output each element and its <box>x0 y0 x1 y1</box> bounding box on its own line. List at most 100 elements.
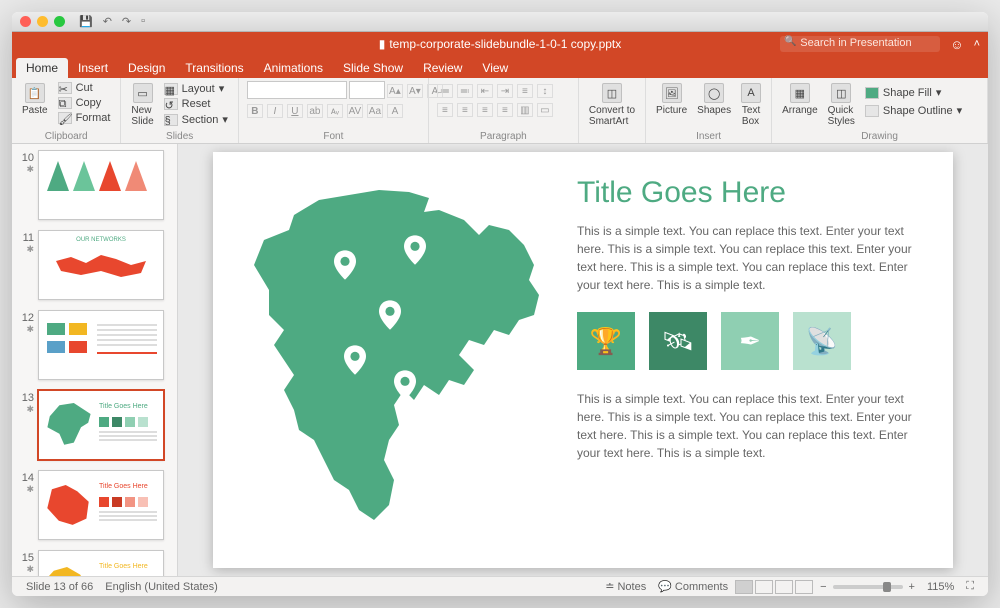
reset-button[interactable]: ↺Reset <box>162 97 230 111</box>
minimize-icon[interactable] <box>37 16 48 27</box>
map-pin-icon[interactable] <box>404 235 426 265</box>
tab-transitions[interactable]: Transitions <box>175 58 253 78</box>
tab-design[interactable]: Design <box>118 58 175 78</box>
north-america-map[interactable] <box>239 170 559 550</box>
qat-item[interactable]: ▫ <box>141 15 145 28</box>
shape-fill-button[interactable]: Shape Fill▾ <box>863 85 964 100</box>
spacing-button[interactable]: AV <box>347 104 363 118</box>
new-slide-button[interactable]: ▭New Slide <box>129 81 155 129</box>
justify-button[interactable]: ≡ <box>497 103 513 117</box>
slide-map-area[interactable] <box>239 170 559 550</box>
thumb-number: 13✱ <box>16 390 34 460</box>
quick-styles-button[interactable]: ◫Quick Styles <box>826 81 857 129</box>
textbox-button[interactable]: AText Box <box>739 81 763 129</box>
columns-button[interactable]: ▥ <box>517 103 533 117</box>
bold-button[interactable]: B <box>247 104 263 118</box>
fit-window-button[interactable]: ⛶ <box>960 580 980 593</box>
slide-title[interactable]: Title Goes Here <box>577 176 927 210</box>
section-button[interactable]: §Section▾ <box>162 112 230 127</box>
undo-icon[interactable]: ↶ <box>103 15 112 28</box>
change-case-button[interactable]: Aa <box>367 104 383 118</box>
tab-home[interactable]: Home <box>16 58 68 78</box>
slide-thumbnail-15[interactable]: Title Goes Here <box>38 550 164 576</box>
chevron-down-icon: ▾ <box>936 86 942 99</box>
map-pin-icon[interactable] <box>334 250 356 280</box>
map-pin-icon[interactable] <box>344 345 366 375</box>
slide-thumbnail-14[interactable]: Title Goes Here <box>38 470 164 540</box>
text-direction-button[interactable]: ↕ <box>537 84 553 98</box>
workspace: 10✱ 11✱ OUR NETWORKS 12✱ <box>12 144 988 576</box>
sorter-view-button[interactable] <box>755 580 773 594</box>
slide-thumbnail-10[interactable] <box>38 150 164 220</box>
font-family-combo[interactable] <box>247 81 347 99</box>
slide-thumbnail-13[interactable]: Title Goes Here <box>38 390 164 460</box>
convert-smartart-button[interactable]: ◫Convert to SmartArt <box>587 81 637 129</box>
search-input[interactable]: Search in Presentation <box>780 36 940 52</box>
layout-button[interactable]: ▦Layout▾ <box>162 81 230 96</box>
cut-button[interactable]: ✂Cut <box>56 81 113 95</box>
shadow-button[interactable]: ᴀᵥ <box>327 104 343 118</box>
user-account-icon[interactable]: ☺ <box>950 37 963 52</box>
save-icon[interactable]: 💾 <box>79 15 93 28</box>
strike-button[interactable]: ab <box>307 104 323 118</box>
slide-counter[interactable]: Slide 13 of 66 <box>20 581 99 593</box>
tab-insert[interactable]: Insert <box>68 58 118 78</box>
redo-icon[interactable]: ↷ <box>122 15 131 28</box>
slideshow-view-button[interactable] <box>795 580 813 594</box>
zoom-out-button[interactable]: − <box>814 581 832 593</box>
align-center-button[interactable]: ≡ <box>457 103 473 117</box>
slide-body-text-2[interactable]: This is a simple text. You can replace t… <box>577 390 927 462</box>
line-spacing-button[interactable]: ≡ <box>517 84 533 98</box>
normal-view-button[interactable] <box>735 580 753 594</box>
slide-canvas[interactable]: Title Goes Here This is a simple text. Y… <box>178 144 988 576</box>
paste-button[interactable]: 📋Paste <box>20 81 50 118</box>
current-slide[interactable]: Title Goes Here This is a simple text. Y… <box>213 152 953 568</box>
underline-button[interactable]: U <box>287 104 303 118</box>
group-label-insert: Insert <box>654 131 763 142</box>
compass-icon[interactable]: ✒ <box>721 312 779 370</box>
picture-button[interactable]: 🖼Picture <box>654 81 689 118</box>
tab-animations[interactable]: Animations <box>254 58 333 78</box>
reading-view-button[interactable] <box>775 580 793 594</box>
language-indicator[interactable]: English (United States) <box>99 581 224 593</box>
shape-outline-button[interactable]: Shape Outline▾ <box>863 103 964 118</box>
slide-thumbnails-panel[interactable]: 10✱ 11✱ OUR NETWORKS 12✱ <box>12 144 178 576</box>
zoom-slider[interactable] <box>833 585 903 589</box>
close-icon[interactable] <box>20 16 31 27</box>
ribbon: 📋Paste ✂Cut ⧉Copy 🖌Format Clipboard ▭New… <box>12 78 988 144</box>
bullets-button[interactable]: ≔ <box>437 84 453 98</box>
map-pin-icon[interactable] <box>379 300 401 330</box>
tab-view[interactable]: View <box>472 58 518 78</box>
numbering-button[interactable]: ≕ <box>457 84 473 98</box>
slide-thumbnail-11[interactable]: OUR NETWORKS <box>38 230 164 300</box>
ribbon-expand-icon[interactable]: ˄ <box>974 38 980 50</box>
decrease-font-icon[interactable]: A▾ <box>407 84 423 98</box>
increase-font-icon[interactable]: A▴ <box>387 84 403 98</box>
slide-thumbnail-12[interactable] <box>38 310 164 380</box>
arrange-button[interactable]: ▦Arrange <box>780 81 820 118</box>
tab-slideshow[interactable]: Slide Show <box>333 58 413 78</box>
zoom-in-button[interactable]: + <box>903 581 921 593</box>
copy-button[interactable]: ⧉Copy <box>56 96 113 110</box>
dish-icon[interactable]: 📡 <box>793 312 851 370</box>
shapes-button[interactable]: ◯Shapes <box>695 81 733 118</box>
notes-button[interactable]: ≐Notes <box>599 580 652 593</box>
zoom-icon[interactable] <box>54 16 65 27</box>
tab-review[interactable]: Review <box>413 58 472 78</box>
italic-button[interactable]: I <box>267 104 283 118</box>
map-pin-icon[interactable] <box>394 370 416 400</box>
trophy-icon[interactable]: 🏆 <box>577 312 635 370</box>
comments-button[interactable]: 💬Comments <box>652 580 734 593</box>
align-left-button[interactable]: ≡ <box>437 103 453 117</box>
slide-body-text-1[interactable]: This is a simple text. You can replace t… <box>577 222 927 294</box>
font-color-button[interactable]: A <box>387 104 403 118</box>
indent-left-button[interactable]: ⇤ <box>477 84 493 98</box>
indent-right-button[interactable]: ⇥ <box>497 84 513 98</box>
format-painter-button[interactable]: 🖌Format <box>56 111 113 125</box>
satellite-icon[interactable]: 🛰 <box>649 312 707 370</box>
align-right-button[interactable]: ≡ <box>477 103 493 117</box>
zoom-level[interactable]: 115% <box>921 581 960 593</box>
font-size-combo[interactable] <box>349 81 385 99</box>
slide-text-area[interactable]: Title Goes Here This is a simple text. Y… <box>559 170 927 550</box>
align-text-button[interactable]: ▭ <box>537 103 553 117</box>
